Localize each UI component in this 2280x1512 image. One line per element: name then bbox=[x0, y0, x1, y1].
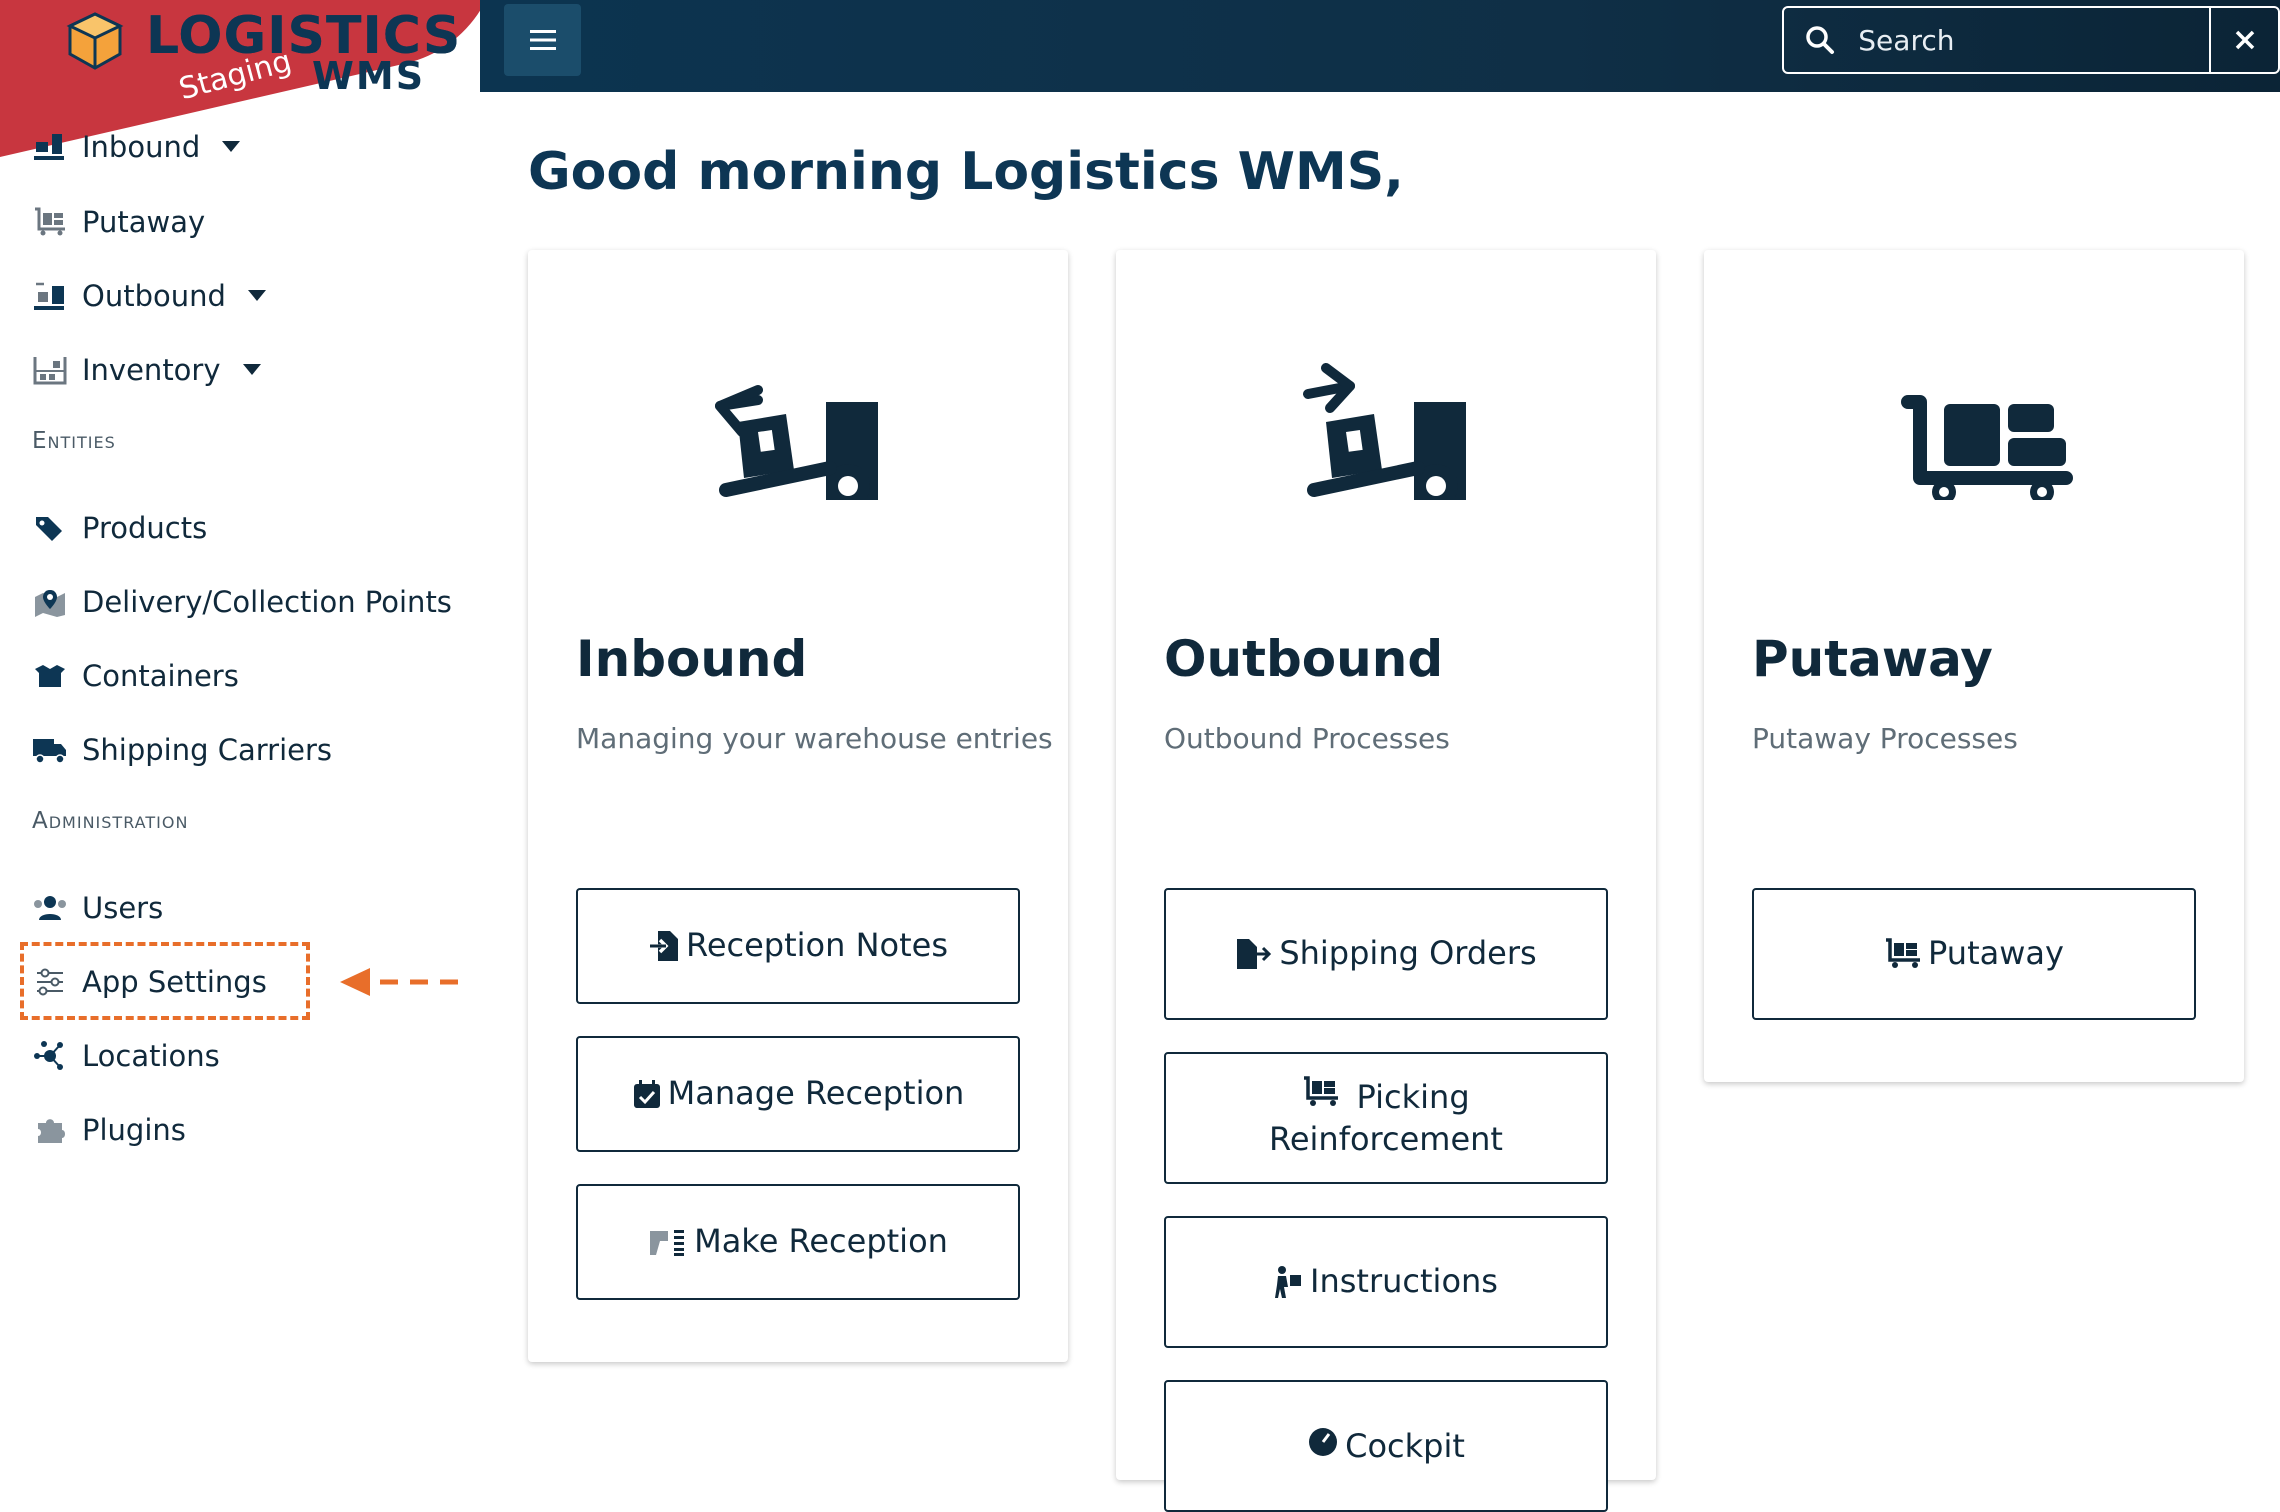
card-subtitle: Putaway Processes bbox=[1752, 722, 2018, 755]
sidebar-item-containers[interactable]: Containers bbox=[30, 651, 239, 701]
sidebar-item-putaway[interactable]: Putaway bbox=[30, 197, 205, 247]
outbound-icon bbox=[30, 276, 70, 316]
top-navbar bbox=[480, 0, 2280, 92]
map-marker-icon bbox=[30, 582, 70, 622]
search-icon[interactable] bbox=[1784, 8, 1856, 72]
card-putaway: Putaway Putaway Processes Putaway bbox=[1704, 250, 2244, 1082]
picking-reinforcement-button[interactable]: Picking Reinforcement bbox=[1164, 1052, 1608, 1184]
sidebar-item-inventory[interactable]: Inventory bbox=[30, 345, 261, 395]
sidebar-item-locations[interactable]: Locations bbox=[30, 1031, 220, 1081]
button-label: Reception Notes bbox=[686, 926, 948, 965]
sidebar-item-shipping-carriers[interactable]: Shipping Carriers bbox=[30, 725, 332, 775]
person-carry-icon bbox=[1274, 1265, 1304, 1299]
highlight-annotation bbox=[20, 942, 310, 1020]
button-label: Manage Reception bbox=[667, 1074, 965, 1113]
outbound-dolly-icon bbox=[1116, 310, 1656, 500]
file-import-icon bbox=[648, 929, 680, 963]
button-label: Cockpit bbox=[1345, 1427, 1465, 1465]
caret-down-icon bbox=[242, 364, 261, 376]
close-icon bbox=[2235, 30, 2254, 50]
sidebar-item-label: Putaway bbox=[82, 205, 206, 239]
pallet-cart-icon bbox=[1302, 1076, 1340, 1108]
file-export-icon bbox=[1235, 937, 1273, 971]
putaway-button[interactable]: Putaway bbox=[1752, 888, 2196, 1020]
inbound-dolly-icon bbox=[528, 310, 1068, 500]
reception-notes-button[interactable]: Reception Notes bbox=[576, 888, 1020, 1004]
sidebar-item-plugins[interactable]: Plugins bbox=[30, 1105, 186, 1155]
make-reception-button[interactable]: Make Reception bbox=[576, 1184, 1020, 1300]
users-icon bbox=[30, 888, 70, 928]
menu-toggle-button[interactable] bbox=[504, 4, 581, 76]
card-title: Putaway bbox=[1752, 630, 1993, 688]
logo-subtitle: WMS bbox=[312, 54, 426, 98]
network-icon bbox=[30, 1036, 70, 1076]
button-label: Instructions bbox=[1310, 1262, 1498, 1301]
sidebar-item-label: Inbound bbox=[82, 130, 201, 164]
sidebar-item-label: Inventory bbox=[82, 353, 221, 387]
calendar-check-icon bbox=[632, 1079, 662, 1109]
card-subtitle: Outbound Processes bbox=[1164, 722, 1450, 755]
manage-reception-button[interactable]: Manage Reception bbox=[576, 1036, 1020, 1152]
card-outbound: Outbound Outbound Processes Shipping Ord… bbox=[1116, 250, 1656, 1512]
pallet-cart-icon bbox=[1884, 938, 1922, 970]
sidebar-item-delivery-points[interactable]: Delivery/Collection Points bbox=[30, 577, 452, 627]
barcode-scanner-icon bbox=[648, 1227, 688, 1257]
truck-icon bbox=[30, 730, 70, 770]
sidebar-item-label: Delivery/Collection Points bbox=[82, 585, 452, 619]
gauge-icon bbox=[1307, 1426, 1339, 1458]
box-open-icon bbox=[30, 656, 70, 696]
cockpit-button[interactable]: Cockpit bbox=[1164, 1380, 1608, 1512]
sidebar-item-users[interactable]: Users bbox=[30, 883, 163, 933]
instructions-button[interactable]: Instructions bbox=[1164, 1216, 1608, 1348]
pointer-arrow-icon bbox=[340, 968, 468, 996]
hamburger-icon bbox=[529, 30, 556, 50]
putaway-icon bbox=[30, 202, 70, 242]
search-bar bbox=[1782, 6, 2280, 74]
section-label-entities: Entities bbox=[32, 428, 116, 454]
sidebar-item-label: Outbound bbox=[82, 279, 226, 313]
button-label: Putaway bbox=[1928, 934, 2064, 973]
sidebar-item-label: Shipping Carriers bbox=[82, 733, 333, 767]
inbound-icon bbox=[30, 127, 70, 167]
sidebar-item-inbound[interactable]: Inbound bbox=[30, 122, 241, 172]
app-logo[interactable]: LOGISTICS WMS Staging bbox=[60, 6, 460, 107]
button-label: Shipping Orders bbox=[1279, 934, 1537, 973]
search-input[interactable] bbox=[1856, 9, 2210, 71]
card-title: Outbound bbox=[1164, 630, 1444, 688]
sidebar-item-label: Containers bbox=[82, 659, 239, 693]
sidebar-item-outbound[interactable]: Outbound bbox=[30, 271, 266, 321]
inventory-icon bbox=[30, 350, 70, 390]
puzzle-icon bbox=[30, 1110, 70, 1150]
card-title: Inbound bbox=[576, 630, 808, 688]
sidebar-item-label: Products bbox=[82, 511, 208, 545]
sidebar-item-label: Plugins bbox=[82, 1113, 186, 1147]
caret-down-icon bbox=[222, 141, 241, 153]
caret-down-icon bbox=[247, 290, 266, 302]
sidebar-item-label: Locations bbox=[82, 1039, 220, 1073]
tags-icon bbox=[30, 508, 70, 548]
shipping-orders-button[interactable]: Shipping Orders bbox=[1164, 888, 1608, 1020]
clear-search-button[interactable] bbox=[2209, 8, 2278, 72]
putaway-cart-icon bbox=[1704, 310, 2244, 500]
sidebar: LOGISTICS WMS Staging Inbound Putaway Ou… bbox=[0, 0, 523, 1442]
card-inbound: Inbound Managing your warehouse entries … bbox=[528, 250, 1068, 1362]
section-label-administration: Administration bbox=[32, 808, 189, 834]
sidebar-item-label: Users bbox=[82, 891, 164, 925]
sidebar-item-products[interactable]: Products bbox=[30, 503, 207, 553]
box-logo-icon bbox=[66, 12, 124, 70]
page-title: Good morning Logistics WMS, bbox=[528, 142, 1404, 202]
button-label: Make Reception bbox=[694, 1222, 948, 1261]
card-subtitle: Managing your warehouse entries bbox=[576, 722, 1053, 755]
